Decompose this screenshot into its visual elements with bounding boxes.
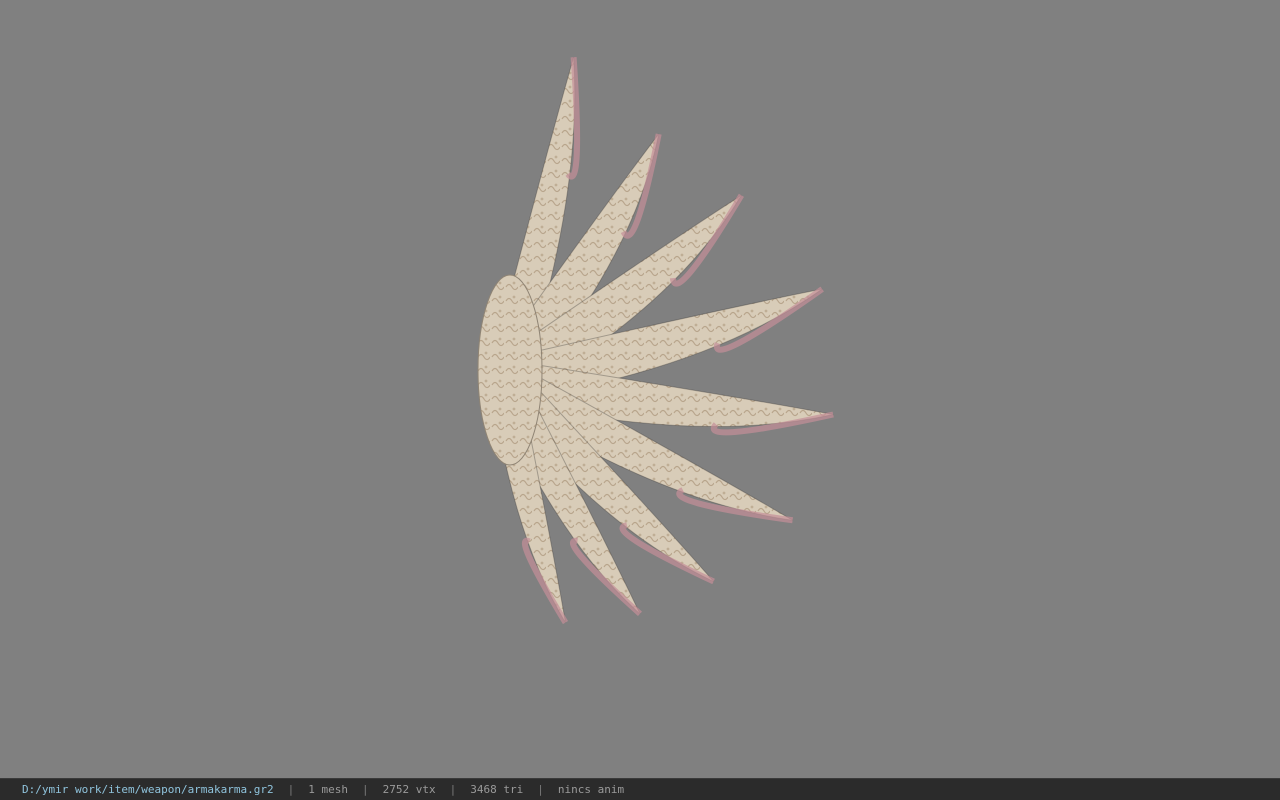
3d-viewport[interactable]	[0, 0, 1280, 778]
triangle-count-label: 3468 tri	[470, 783, 524, 796]
status-bar: D:/ymir work/item/weapon/armakarma.gr2 |…	[0, 778, 1280, 800]
separator: |	[449, 783, 457, 796]
animation-status-label: nincs anim	[557, 783, 625, 796]
weapon-model-render	[477, 57, 834, 625]
separator: |	[287, 783, 295, 796]
vertex-count-label: 2752 vtx	[382, 783, 436, 796]
file-path-label: D:/ymir work/item/weapon/armakarma.gr2	[22, 783, 274, 796]
model-hub	[477, 274, 543, 466]
mesh-count-label: 1 mesh	[308, 783, 349, 796]
separator: |	[362, 783, 369, 796]
separator: |	[537, 783, 544, 796]
